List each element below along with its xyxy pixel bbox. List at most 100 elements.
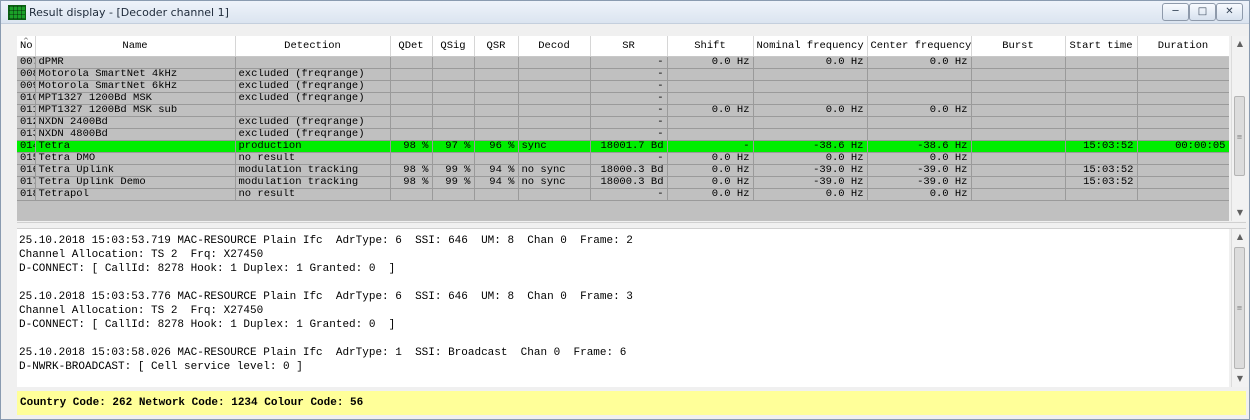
table-row[interactable]: 007dPMR-0.0 Hz0.0 Hz0.0 Hz bbox=[17, 56, 1229, 69]
cell-detection bbox=[235, 56, 391, 69]
column-header[interactable]: Name bbox=[35, 36, 236, 57]
table-row[interactable]: 011MPT1327 1200Bd MSK sub-0.0 Hz0.0 Hz0.… bbox=[17, 104, 1229, 117]
column-header[interactable]: Decod bbox=[518, 36, 591, 57]
column-header[interactable]: Nominal frequency bbox=[753, 36, 868, 57]
cell-qdet bbox=[390, 56, 433, 69]
table-row[interactable]: 016Tetra Uplinkmodulation tracking98 %99… bbox=[17, 164, 1229, 177]
cell-decod: no sync bbox=[518, 176, 591, 189]
table-row[interactable]: 017Tetra Uplink Demomodulation tracking9… bbox=[17, 176, 1229, 189]
column-header[interactable]: Shift bbox=[667, 36, 754, 57]
cell-qsig bbox=[432, 92, 475, 105]
cell-nominal: 0.0 Hz bbox=[753, 152, 868, 165]
cell-decod bbox=[518, 128, 591, 141]
cell-decod bbox=[518, 104, 591, 117]
decoder-log-pane[interactable]: 25.10.2018 15:03:53.719 MAC-RESOURCE Pla… bbox=[17, 229, 1229, 387]
cell-name: MPT1327 1200Bd MSK sub bbox=[35, 104, 236, 117]
grid-table-icon bbox=[8, 5, 26, 20]
scroll-up-icon[interactable]: ▲ bbox=[1232, 36, 1248, 52]
cell-decod bbox=[518, 152, 591, 165]
scroll-thumb[interactable]: ≡ bbox=[1234, 247, 1245, 369]
log-vertical-scrollbar[interactable]: ▲ ≡ ▼ bbox=[1231, 229, 1248, 387]
scroll-thumb[interactable]: ≡ bbox=[1234, 96, 1245, 176]
cell-no: 011 bbox=[17, 104, 36, 117]
sort-ascending-icon: ^ bbox=[23, 37, 29, 45]
cell-qsig bbox=[432, 68, 475, 81]
cell-qdet bbox=[390, 128, 433, 141]
cell-duration bbox=[1137, 68, 1229, 81]
cell-qdet bbox=[390, 92, 433, 105]
window-title: Result display - [Decoder channel 1] bbox=[29, 6, 229, 19]
cell-qsr: 94 % bbox=[474, 176, 519, 189]
cell-qsr bbox=[474, 104, 519, 117]
cell-start: 15:03:52 bbox=[1065, 176, 1138, 189]
column-header[interactable]: QDet bbox=[390, 36, 433, 57]
cell-start bbox=[1065, 128, 1138, 141]
column-header[interactable]: QSR bbox=[474, 36, 519, 57]
column-header[interactable]: Detection bbox=[235, 36, 391, 57]
cell-start: 15:03:52 bbox=[1065, 164, 1138, 177]
scroll-down-icon[interactable]: ▼ bbox=[1232, 371, 1248, 387]
cell-qsr bbox=[474, 152, 519, 165]
cell-decod bbox=[518, 116, 591, 129]
cell-qdet bbox=[390, 104, 433, 117]
cell-qsig: 99 % bbox=[432, 176, 475, 189]
cell-nominal: 0.0 Hz bbox=[753, 104, 868, 117]
cell-burst bbox=[971, 56, 1066, 69]
cell-sr: - bbox=[590, 104, 668, 117]
close-button[interactable]: ✕ bbox=[1216, 3, 1243, 21]
cell-sr: - bbox=[590, 56, 668, 69]
cell-start: 15:03:52 bbox=[1065, 140, 1138, 153]
cell-qsr bbox=[474, 92, 519, 105]
cell-center: 0.0 Hz bbox=[867, 104, 972, 117]
table-row[interactable]: 008Motorola SmartNet 4kHzexcluded (freqr… bbox=[17, 68, 1229, 81]
cell-start bbox=[1065, 92, 1138, 105]
title-bar[interactable]: Result display - [Decoder channel 1] ─ □… bbox=[1, 1, 1249, 24]
cell-center bbox=[867, 116, 972, 129]
table-row[interactable]: 010MPT1327 1200Bd MSKexcluded (freqrange… bbox=[17, 92, 1229, 105]
scroll-up-icon[interactable]: ▲ bbox=[1232, 229, 1248, 245]
grid-vertical-scrollbar[interactable]: ▲ ≡ ▼ bbox=[1231, 36, 1248, 221]
cell-name: dPMR bbox=[35, 56, 236, 69]
maximize-button[interactable]: □ bbox=[1189, 3, 1216, 21]
cell-shift: 0.0 Hz bbox=[667, 104, 754, 117]
column-header[interactable]: Duration bbox=[1137, 36, 1229, 57]
table-row[interactable]: 013NXDN 4800Bdexcluded (freqrange) - bbox=[17, 128, 1229, 141]
cell-qdet: 98 % bbox=[390, 140, 433, 153]
cell-detection: excluded (freqrange) bbox=[235, 128, 391, 141]
cell-qsr bbox=[474, 128, 519, 141]
cell-qsig bbox=[432, 104, 475, 117]
log-line: D-CONNECT: [ CallId: 8278 Hook: 1 Duplex… bbox=[19, 263, 396, 275]
table-row[interactable]: 018Tetrapolno result-0.0 Hz0.0 Hz0.0 Hz bbox=[17, 188, 1229, 201]
cell-no: 013 bbox=[17, 128, 36, 141]
cell-start bbox=[1065, 104, 1138, 117]
column-header[interactable]: SR bbox=[590, 36, 668, 57]
cell-qdet bbox=[390, 188, 433, 201]
pane-splitter[interactable] bbox=[17, 222, 1246, 229]
cell-qsig: 99 % bbox=[432, 164, 475, 177]
cell-qsr: 94 % bbox=[474, 164, 519, 177]
cell-burst bbox=[971, 140, 1066, 153]
cell-shift: 0.0 Hz bbox=[667, 188, 754, 201]
cell-detection: excluded (freqrange) bbox=[235, 68, 391, 81]
cell-sr: - bbox=[590, 128, 668, 141]
table-row[interactable]: 014Tetraproduction98 %97 %96 %sync18001.… bbox=[17, 140, 1229, 153]
table-row[interactable]: 015Tetra DMOno result-0.0 Hz0.0 Hz0.0 Hz bbox=[17, 152, 1229, 165]
column-header[interactable]: Burst bbox=[971, 36, 1066, 57]
table-row[interactable]: 012NXDN 2400Bdexcluded (freqrange) - bbox=[17, 116, 1229, 129]
cell-center bbox=[867, 92, 972, 105]
column-header[interactable]: QSig bbox=[432, 36, 475, 57]
column-header[interactable]: Center frequency bbox=[867, 36, 972, 57]
cell-center: 0.0 Hz bbox=[867, 188, 972, 201]
cell-shift: 0.0 Hz bbox=[667, 152, 754, 165]
log-line: D-CONNECT: [ CallId: 8278 Hook: 1 Duplex… bbox=[19, 319, 396, 331]
scroll-down-icon[interactable]: ▼ bbox=[1232, 205, 1248, 221]
cell-detection: excluded (freqrange) bbox=[235, 80, 391, 93]
column-header[interactable]: Start time bbox=[1065, 36, 1138, 57]
cell-duration bbox=[1137, 92, 1229, 105]
log-line: D-NWRK-BROADCAST: [ Cell service level: … bbox=[19, 361, 303, 373]
cell-burst bbox=[971, 152, 1066, 165]
table-row[interactable]: 009Motorola SmartNet 6kHzexcluded (freqr… bbox=[17, 80, 1229, 93]
minimize-button[interactable]: ─ bbox=[1162, 3, 1189, 21]
cell-nominal bbox=[753, 68, 868, 81]
cell-no: 015 bbox=[17, 152, 36, 165]
